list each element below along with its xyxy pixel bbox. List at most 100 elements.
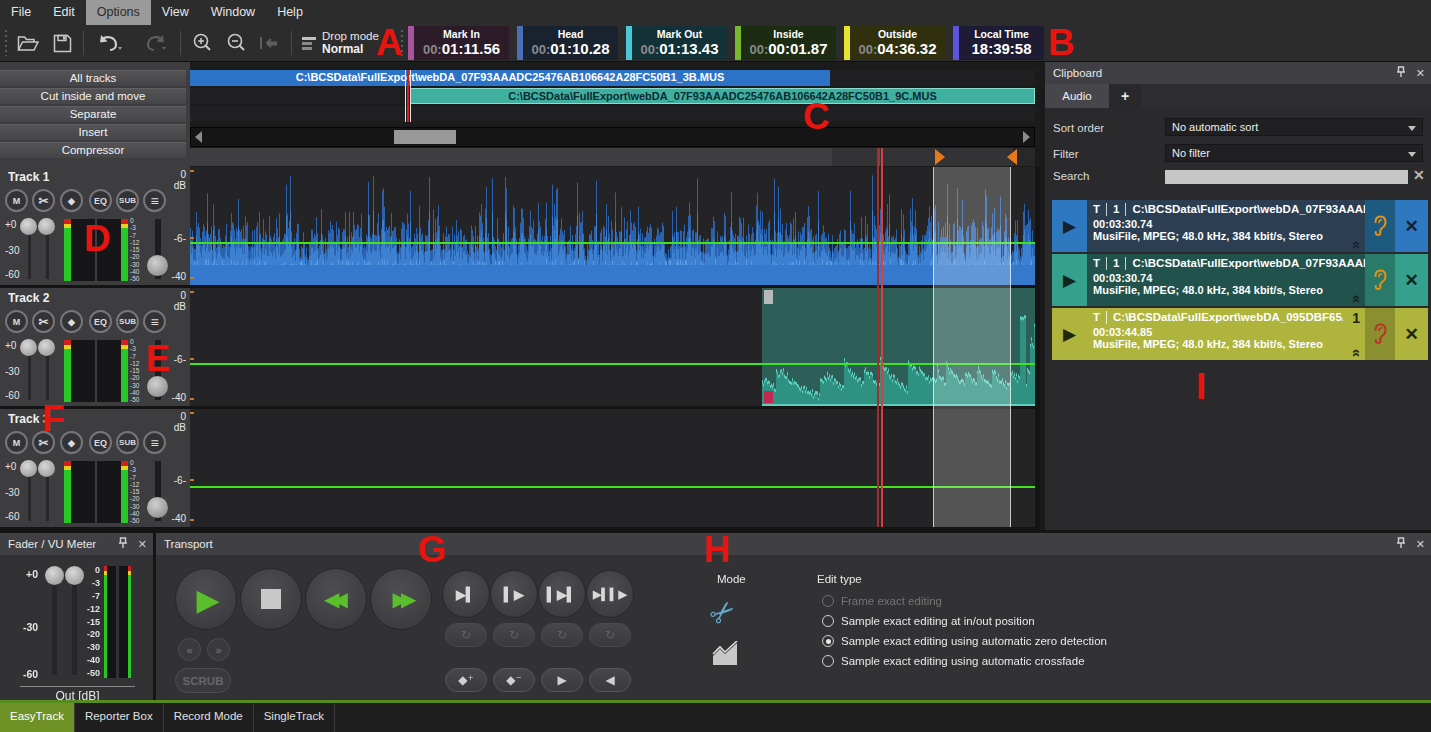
clip-row-1[interactable]: ▶ T1C:\BCSData\FullExport\webDA_07F93AAA… [1052, 200, 1428, 252]
drop-mode-control[interactable]: Drop mode Normal [302, 30, 379, 56]
track-2-eq-button[interactable]: EQ [89, 310, 112, 333]
close-icon[interactable]: ✕ [1416, 537, 1425, 553]
track-1-eq-button[interactable]: EQ [89, 189, 112, 212]
timeline-ruler[interactable] [190, 148, 1035, 166]
loop-2-button[interactable]: ↻ [493, 623, 535, 647]
scrollbar-thumb[interactable] [394, 130, 456, 144]
skip-forward-button[interactable]: » [207, 638, 230, 661]
clip-row-2[interactable]: ▶ T1C:\BCSData\FullExport\webDA_07F93AAA… [1052, 254, 1428, 306]
track-1-sub-button[interactable]: SUB [116, 189, 139, 212]
rewind-button[interactable]: ◀◀ [305, 568, 367, 630]
play-from-mark-button[interactable]: ▍▶ [490, 570, 538, 618]
close-icon[interactable]: ✕ [138, 537, 147, 553]
fast-forward-button[interactable]: ▶▶ [370, 568, 432, 630]
menu-file[interactable]: File [0, 0, 42, 25]
playhead-line-left[interactable] [877, 148, 879, 527]
track-2-gain-knob[interactable] [20, 339, 37, 356]
selection-region[interactable] [933, 167, 1011, 527]
track-3-mute-button[interactable]: M [5, 431, 28, 454]
play-to-mark-button[interactable]: ▶▍ [442, 570, 490, 618]
track-1-gain-knob[interactable] [20, 218, 37, 235]
tool-cut-inside-and-move[interactable]: Cut inside and move [0, 88, 186, 104]
track-2-marker-button[interactable]: ◆ [60, 310, 83, 333]
clip-remove-button[interactable]: ✕ [1395, 308, 1428, 360]
mark-out-triangle[interactable] [1007, 149, 1017, 165]
tab-record-mode[interactable]: Record Mode [164, 703, 254, 732]
collapse-chevron-icon[interactable]: « [1352, 241, 1362, 249]
add-tab-button[interactable]: + [1109, 84, 1141, 108]
track-2-waveform[interactable] [190, 288, 1035, 406]
track-1-waveform[interactable] [190, 167, 1035, 285]
track-2-fader-knob[interactable] [147, 376, 168, 397]
remove-marker-button[interactable]: ◆⁻ [493, 668, 535, 692]
trim-button[interactable] [253, 29, 287, 57]
track-1-pan-knob[interactable] [38, 218, 55, 235]
search-clear-icon[interactable]: ✕ [1413, 167, 1425, 183]
redo-button[interactable] [132, 29, 176, 57]
clip-play-button[interactable]: ▶ [1052, 254, 1087, 306]
track-1-menu-button[interactable]: ≡ [143, 189, 166, 212]
play-selection-button[interactable]: ▍▶▍ [538, 570, 586, 618]
track-3-menu-button[interactable]: ≡ [143, 431, 166, 454]
overview-clip-bottom[interactable]: C:\BCSData\FullExport\webDA_07F93AAADC25… [410, 88, 1035, 104]
radio-sample-crossfade[interactable]: Sample exact editing using automatic cro… [822, 655, 1085, 667]
cut-mode-icon[interactable]: ✂ [702, 591, 744, 634]
track-2-sub-button[interactable]: SUB [116, 310, 139, 333]
track-1-marker-button[interactable]: ◆ [60, 189, 83, 212]
track-3-eq-button[interactable]: EQ [89, 431, 112, 454]
collapse-chevron-icon[interactable]: « [1352, 295, 1362, 303]
out-fader-left-track[interactable] [52, 575, 57, 675]
out-fader-right-track[interactable] [72, 575, 77, 675]
tool-compressor[interactable]: Compressor [0, 142, 186, 158]
scroll-right-arrow[interactable] [1023, 131, 1030, 143]
prev-marker-button[interactable]: ◀ [589, 668, 631, 692]
track-2-volume-envelope[interactable] [190, 363, 1035, 365]
radio-sample-inout[interactable]: Sample exact editing at in/out position [822, 615, 1035, 627]
stop-button[interactable] [240, 568, 302, 630]
close-icon[interactable]: ✕ [1416, 66, 1425, 82]
prelisten-ear-icon[interactable] [1365, 308, 1395, 360]
loop-3-button[interactable]: ↻ [541, 623, 583, 647]
prelisten-ear-icon[interactable] [1365, 254, 1395, 306]
play-button[interactable]: ▶ [175, 568, 237, 630]
toolbar-grip[interactable] [3, 30, 8, 56]
prelisten-ear-icon[interactable] [1365, 200, 1395, 252]
menu-help[interactable]: Help [266, 0, 314, 25]
add-marker-button[interactable]: ◆⁺ [445, 668, 487, 692]
out-fader-left-knob[interactable] [45, 566, 64, 585]
menu-options[interactable]: Options [86, 0, 151, 25]
tab-singletrack[interactable]: SingleTrack [254, 703, 335, 732]
skip-back-button[interactable]: « [178, 638, 201, 661]
clip-remove-button[interactable]: ✕ [1395, 254, 1428, 306]
track-3-waveform[interactable] [190, 409, 1035, 527]
tool-separate[interactable]: Separate [0, 106, 186, 122]
tool-all-tracks[interactable]: All tracks [0, 70, 186, 86]
zoom-out-button[interactable] [219, 29, 253, 57]
tab-reporter-box[interactable]: Reporter Box [75, 703, 164, 732]
undo-button[interactable] [88, 29, 132, 57]
track-3-volume-envelope[interactable] [190, 486, 1035, 488]
tool-insert[interactable]: Insert [0, 124, 186, 140]
radio-sample-zero[interactable]: Sample exact editing using automatic zer… [822, 635, 1107, 647]
mark-in-triangle[interactable] [935, 149, 945, 165]
collapse-chevron-icon[interactable]: « [1352, 349, 1362, 357]
track-1-volume-envelope[interactable] [190, 242, 1035, 244]
scroll-left-arrow[interactable] [195, 131, 202, 143]
overview-clip-top[interactable]: C:\BCSData\FullExport\webDA_07F93AAADC25… [190, 70, 830, 86]
filter-dropdown[interactable]: No filter [1165, 144, 1423, 162]
clip-remove-button[interactable]: ✕ [1395, 200, 1428, 252]
track-3-gain-knob[interactable] [20, 460, 37, 477]
track-1-fader-knob[interactable] [147, 255, 168, 276]
open-file-button[interactable] [11, 29, 45, 57]
horizontal-scrollbar[interactable] [190, 127, 1035, 147]
clip-play-button[interactable]: ▶ [1052, 200, 1087, 252]
track-1-mute-button[interactable]: M [5, 189, 28, 212]
save-button[interactable] [45, 29, 79, 57]
loop-1-button[interactable]: ↻ [445, 623, 487, 647]
track-3-pan-knob[interactable] [38, 460, 55, 477]
pin-icon[interactable] [1396, 537, 1406, 553]
clip-row-3[interactable]: ▶ TC:\BCSData\FullExport\webDA_095DBF65A… [1052, 308, 1428, 360]
playhead-line-right[interactable] [881, 148, 883, 527]
track-3-sub-button[interactable]: SUB [116, 431, 139, 454]
envelope-mode-icon[interactable] [712, 641, 739, 670]
